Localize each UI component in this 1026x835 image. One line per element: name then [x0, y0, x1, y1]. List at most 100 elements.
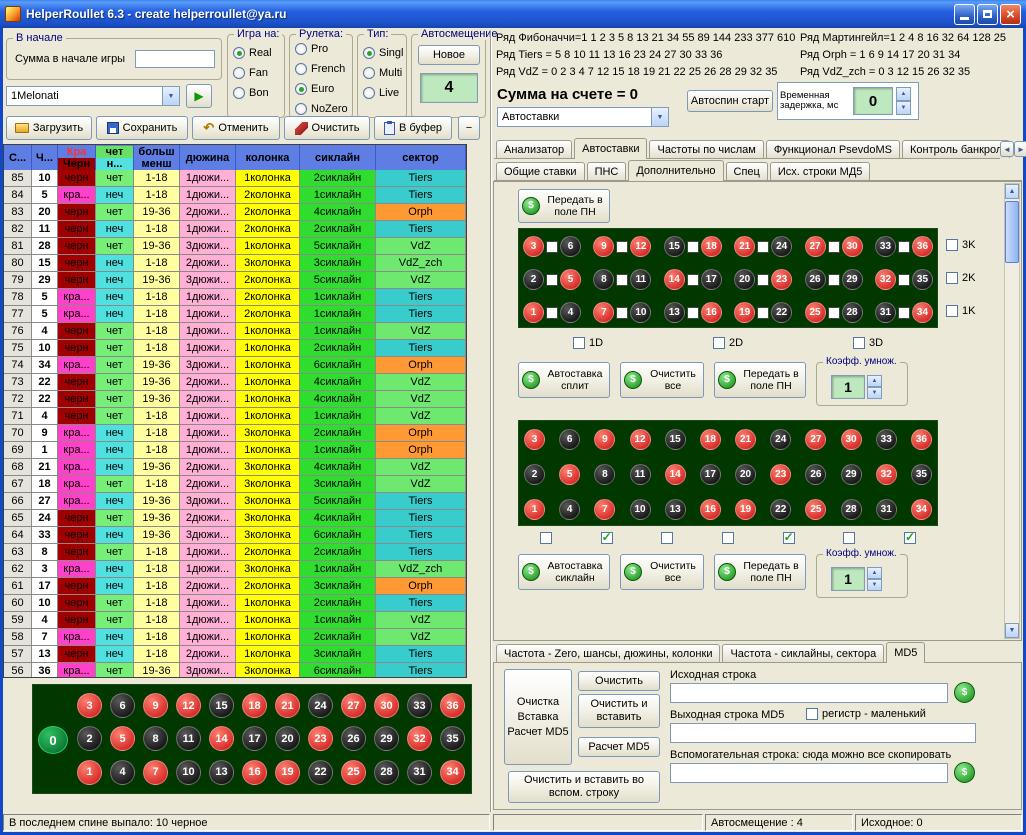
table-row[interactable]: 775кра...неч1-181дюжи...2колонка1сиклайн… — [4, 306, 466, 323]
number-5[interactable]: 5 — [559, 464, 580, 485]
number-33[interactable]: 33 — [876, 429, 897, 450]
tab-sub-3[interactable]: Спец — [726, 162, 768, 180]
md5-output-input[interactable] — [670, 723, 976, 743]
md5-clear-button[interactable]: Очистить — [578, 671, 660, 691]
split-checkbox[interactable] — [757, 307, 769, 319]
delay-spin-up[interactable] — [896, 87, 911, 101]
number-16[interactable]: 16 — [242, 760, 267, 785]
number-27[interactable]: 27 — [805, 236, 826, 257]
radio-Multi[interactable]: Multi — [363, 63, 406, 83]
k-checkbox-3K[interactable] — [946, 239, 958, 251]
number-18[interactable]: 18 — [700, 429, 721, 450]
number-31[interactable]: 31 — [407, 760, 432, 785]
tab-main-0[interactable]: Анализатор — [496, 140, 572, 158]
split-checkbox[interactable] — [546, 241, 558, 253]
tab-bottom-1[interactable]: Частота - сиклайны, сектора — [722, 644, 884, 662]
number-10[interactable]: 10 — [630, 302, 651, 323]
k-checkbox-2K[interactable] — [946, 272, 958, 284]
number-5[interactable]: 5 — [110, 726, 135, 751]
number-2[interactable]: 2 — [523, 269, 544, 290]
number-18[interactable]: 18 — [701, 236, 722, 257]
radio-Live[interactable]: Live — [363, 83, 406, 103]
table-row[interactable]: 638чернчет1-181дюжи...2колонка2сиклайнTi… — [4, 544, 466, 561]
autobet-split-button[interactable]: Автоставка сплит — [518, 362, 610, 398]
transfer-to-pn-sixline-button[interactable]: Передать в поле ПН — [714, 554, 806, 590]
sixline-checkbox-6[interactable] — [843, 532, 855, 544]
number-25[interactable]: 25 — [341, 760, 366, 785]
number-32[interactable]: 32 — [876, 464, 897, 485]
number-22[interactable]: 22 — [771, 302, 792, 323]
coef1-spin-up[interactable] — [867, 375, 882, 387]
scroll-up-icon[interactable] — [1005, 184, 1019, 199]
split-checkbox[interactable] — [546, 274, 558, 286]
number-14[interactable]: 14 — [665, 464, 686, 485]
scrollbar-thumb[interactable] — [1005, 201, 1019, 263]
number-30[interactable]: 30 — [842, 236, 863, 257]
number-29[interactable]: 29 — [841, 464, 862, 485]
number-14[interactable]: 14 — [664, 269, 685, 290]
table-row[interactable]: 8211черннеч1-181дюжи...2колонка2сиклайнT… — [4, 221, 466, 238]
number-17[interactable]: 17 — [701, 269, 722, 290]
delay-spin-down[interactable] — [896, 101, 911, 115]
tab-scroll-right-icon[interactable] — [1014, 141, 1026, 157]
table-row[interactable]: 6524чернчет19-362дюжи...3колонка4сиклайн… — [4, 510, 466, 527]
table-row[interactable]: 714чернчет1-181дюжи...1колонка1сиклайнVd… — [4, 408, 466, 425]
md5-source-input[interactable] — [670, 683, 948, 703]
table-row[interactable]: 8320чернчет19-362дюжи...2колонка4сиклайн… — [4, 204, 466, 221]
autoshift-new-button[interactable]: Новое — [418, 45, 480, 65]
restore-button[interactable] — [977, 4, 998, 25]
table-row[interactable]: 691кра...неч1-181дюжи...1колонка1сиклайн… — [4, 442, 466, 459]
number-12[interactable]: 12 — [630, 429, 651, 450]
scroll-down-icon[interactable] — [1005, 623, 1019, 638]
radio-Pro[interactable]: Pro — [295, 39, 352, 59]
number-7[interactable]: 7 — [594, 499, 615, 520]
split-checkbox[interactable] — [687, 274, 699, 286]
md5-source-coin-button[interactable] — [954, 682, 975, 703]
number-23[interactable]: 23 — [771, 269, 792, 290]
number-1[interactable]: 1 — [524, 499, 545, 520]
md5-big-button[interactable]: Очистка Вставка Расчет MD5 — [504, 669, 572, 765]
split-checkbox[interactable] — [616, 274, 628, 286]
table-row[interactable]: 594чернчет1-181дюжи...1колонка1сиклайнVd… — [4, 612, 466, 629]
number-18[interactable]: 18 — [242, 693, 267, 718]
d-checkbox-2D[interactable] — [713, 337, 725, 349]
number-7[interactable]: 7 — [143, 760, 168, 785]
start-sum-input[interactable] — [135, 50, 215, 68]
number-29[interactable]: 29 — [842, 269, 863, 290]
clear-all-split-button[interactable]: Очистить все — [620, 362, 704, 398]
number-1[interactable]: 1 — [523, 302, 544, 323]
toolbar-load-button[interactable]: Загрузить — [6, 116, 92, 140]
coef2-spin-down[interactable] — [867, 579, 882, 591]
tab-sub-0[interactable]: Общие ставки — [496, 162, 585, 180]
sixline-checkbox-4[interactable] — [722, 532, 734, 544]
table-row[interactable]: 785кра...неч1-181дюжи...2колонка1сиклайн… — [4, 289, 466, 306]
number-14[interactable]: 14 — [209, 726, 234, 751]
zero-cell[interactable]: 0 — [38, 726, 68, 754]
number-34[interactable]: 34 — [912, 302, 933, 323]
tab-bottom-2[interactable]: MD5 — [886, 642, 925, 663]
split-checkbox[interactable] — [828, 274, 840, 286]
number-35[interactable]: 35 — [911, 464, 932, 485]
sixline-checkbox-1[interactable] — [540, 532, 552, 544]
number-30[interactable]: 30 — [374, 693, 399, 718]
number-12[interactable]: 12 — [176, 693, 201, 718]
number-30[interactable]: 30 — [841, 429, 862, 450]
number-20[interactable]: 20 — [275, 726, 300, 751]
number-8[interactable]: 8 — [594, 464, 615, 485]
tab-main-1[interactable]: Автоставки — [574, 138, 647, 159]
number-8[interactable]: 8 — [143, 726, 168, 751]
number-4[interactable]: 4 — [559, 499, 580, 520]
number-7[interactable]: 7 — [593, 302, 614, 323]
number-1[interactable]: 1 — [77, 760, 102, 785]
d-checkbox-3D[interactable] — [853, 337, 865, 349]
number-20[interactable]: 20 — [735, 464, 756, 485]
number-22[interactable]: 22 — [770, 499, 791, 520]
number-35[interactable]: 35 — [912, 269, 933, 290]
number-33[interactable]: 33 — [407, 693, 432, 718]
sixline-checkbox-5[interactable] — [783, 532, 795, 544]
table-row[interactable]: 6117черннеч1-182дюжи...2колонка3сиклайнO… — [4, 578, 466, 595]
table-row[interactable]: 7434кра...чет19-363дюжи...1колонка6сикла… — [4, 357, 466, 374]
number-17[interactable]: 17 — [700, 464, 721, 485]
number-15[interactable]: 15 — [665, 429, 686, 450]
number-20[interactable]: 20 — [734, 269, 755, 290]
